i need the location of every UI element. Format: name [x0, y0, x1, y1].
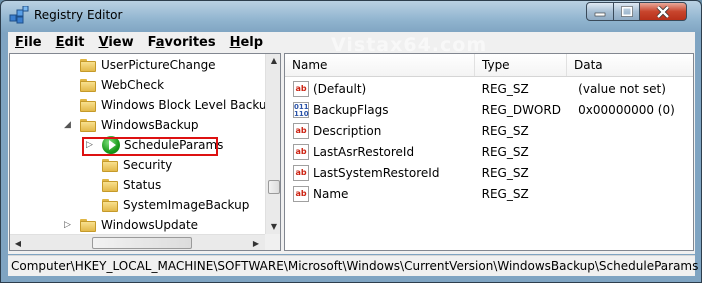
- value-type: REG_DWORD: [481, 102, 561, 117]
- folder-icon: [102, 198, 118, 212]
- value-type: REG_SZ: [481, 123, 529, 138]
- string-value-icon: ab: [293, 164, 309, 181]
- menu-view[interactable]: View: [92, 35, 141, 50]
- folder-icon: [102, 158, 118, 172]
- registry-editor-app-icon: [9, 6, 29, 24]
- tree-item-label: Windows Block Level Backup: [101, 98, 275, 112]
- menu-view-label: iew: [108, 34, 134, 50]
- selection-highlight: [82, 137, 218, 156]
- folder-icon: [80, 218, 96, 232]
- menu-edit-accel: E: [55, 34, 65, 50]
- tree-item-security[interactable]: Security: [102, 155, 172, 175]
- tree-vertical-scrollbar[interactable]: ▲ ▼: [265, 54, 280, 234]
- scroll-right-icon[interactable]: ▶: [248, 239, 264, 248]
- string-value-icon: ab: [293, 122, 309, 139]
- minimize-button[interactable]: [586, 2, 614, 21]
- tree-item-windows-block-level-backup[interactable]: Windows Block Level Backup: [80, 95, 274, 115]
- vertical-scroll-thumb[interactable]: [268, 180, 280, 194]
- tree-item-windowsupdate[interactable]: WindowsUpdate: [80, 215, 198, 235]
- tree-item-label: WindowsUpdate: [101, 218, 199, 232]
- string-value-icon: ab: [293, 185, 309, 202]
- binary-value-icon: 011 110: [293, 101, 309, 118]
- value-row[interactable]: 011 110 BackupFlags REG_DWORD 0x00000000 …: [285, 99, 693, 120]
- value-row[interactable]: ab (Default) REG_SZ (value not set): [285, 78, 693, 99]
- registry-editor-window: Registry Editor Vistax64.com File Edit V…: [0, 0, 702, 283]
- status-bar: Computer\HKEY_LOCAL_MACHINE\SOFTWARE\Mic…: [8, 255, 699, 276]
- menu-file-accel: F: [15, 34, 24, 50]
- list-header: Name Type Data: [285, 54, 693, 77]
- values-list-pane[interactable]: Name Type Data ab (Default) REG_SZ (valu…: [284, 53, 694, 251]
- string-value-icon: ab: [293, 143, 309, 160]
- column-header-name[interactable]: Name: [285, 54, 475, 76]
- key-tree-pane[interactable]: UserPictureChange WebCheck Windows Block…: [9, 53, 281, 251]
- string-value-icon: ab: [293, 80, 309, 97]
- tree-item-label: WindowsBackup: [101, 118, 199, 132]
- menu-help-label: elp: [240, 34, 264, 50]
- minimize-icon: [594, 12, 606, 16]
- menu-favorites-label: vorites: [164, 34, 216, 50]
- column-header-data[interactable]: Data: [567, 54, 693, 76]
- maximize-icon: [620, 6, 633, 17]
- scrollbar-corner: [265, 234, 280, 250]
- value-row[interactable]: ab LastAsrRestoreId REG_SZ: [285, 141, 693, 162]
- tree-item-userpicturechange[interactable]: UserPictureChange: [80, 55, 216, 75]
- status-path: Computer\HKEY_LOCAL_MACHINE\SOFTWARE\Mic…: [11, 259, 699, 273]
- scroll-left-icon[interactable]: ◀: [10, 239, 26, 248]
- folder-icon: [80, 58, 96, 72]
- tree-item-label: WebCheck: [101, 78, 165, 92]
- folder-icon: [102, 178, 118, 192]
- menu-help[interactable]: Help: [223, 35, 270, 50]
- tree-horizontal-scrollbar[interactable]: ◀ ▶: [10, 234, 265, 250]
- folder-icon: [80, 78, 96, 92]
- value-row[interactable]: ab Name REG_SZ: [285, 183, 693, 204]
- value-name: LastAsrRestoreId: [313, 144, 415, 159]
- title-bar[interactable]: Registry Editor: [1, 1, 701, 31]
- scroll-down-icon[interactable]: ▼: [266, 222, 280, 231]
- value-data: 0x00000000 (0): [578, 102, 675, 117]
- value-data: (value not set): [578, 81, 666, 96]
- value-name: BackupFlags: [313, 102, 389, 117]
- menu-bar: File Edit View Favorites Help: [8, 32, 695, 53]
- menu-favorites-accel: a: [155, 34, 165, 50]
- window-title: Registry Editor: [34, 8, 123, 22]
- value-type: REG_SZ: [481, 81, 529, 96]
- close-icon: [656, 5, 670, 18]
- close-button[interactable]: [639, 2, 687, 21]
- value-type: REG_SZ: [481, 165, 529, 180]
- menu-file-label: ile: [23, 34, 42, 50]
- menu-view-accel: V: [98, 34, 109, 50]
- value-name: Name: [313, 186, 349, 201]
- menu-help-accel: H: [229, 34, 241, 50]
- value-type: REG_SZ: [481, 186, 529, 201]
- value-row[interactable]: ab Description REG_SZ: [285, 120, 693, 141]
- tree-item-label: SystemImageBackup: [123, 198, 250, 212]
- value-row[interactable]: ab LastSystemRestoreId REG_SZ: [285, 162, 693, 183]
- folder-icon: [80, 98, 96, 112]
- menu-favorites-prefix: F: [147, 34, 156, 50]
- value-name: (Default): [313, 81, 367, 96]
- tree-item-systemimagebackup[interactable]: SystemImageBackup: [102, 195, 249, 215]
- column-header-type[interactable]: Type: [475, 54, 567, 76]
- value-type: REG_SZ: [481, 144, 529, 159]
- expand-arrow-icon[interactable]: ▷: [64, 221, 73, 230]
- tree-item-label: UserPictureChange: [101, 58, 216, 72]
- scroll-up-icon[interactable]: ▲: [266, 56, 280, 65]
- maximize-button[interactable]: [613, 2, 640, 21]
- menu-edit-label: dit: [64, 34, 85, 50]
- menu-edit[interactable]: Edit: [49, 35, 92, 50]
- tree-item-label: Security: [123, 158, 173, 172]
- client-area: UserPictureChange WebCheck Windows Block…: [8, 52, 695, 254]
- tree-item-label: Status: [123, 178, 162, 192]
- value-name: LastSystemRestoreId: [313, 165, 440, 180]
- collapse-arrow-icon[interactable]: ◢: [64, 121, 73, 130]
- horizontal-scroll-thumb[interactable]: [92, 237, 192, 249]
- tree-item-status[interactable]: Status: [102, 175, 161, 195]
- tree-item-windowsbackup[interactable]: WindowsBackup: [80, 115, 199, 135]
- tree-item-webcheck[interactable]: WebCheck: [80, 75, 164, 95]
- folder-open-icon: [80, 118, 96, 132]
- value-name: Description: [313, 123, 382, 138]
- menu-file[interactable]: File: [8, 35, 49, 50]
- menu-favorites[interactable]: Favorites: [141, 35, 223, 50]
